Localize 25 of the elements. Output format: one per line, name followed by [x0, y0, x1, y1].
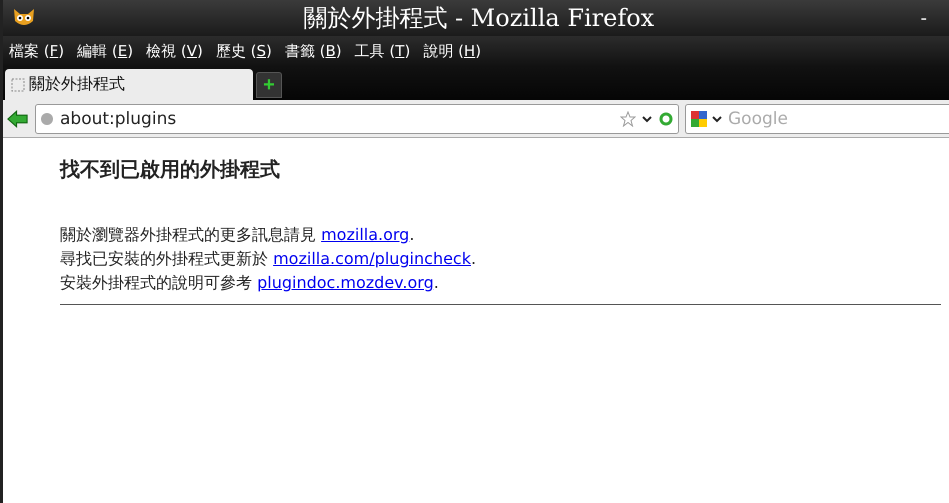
page-icon: [11, 78, 25, 92]
info-sentence: 安裝外掛程式的說明可參考 plugindoc.mozdev.org.: [60, 272, 440, 294]
menu-item[interactable]: 檔案 (F): [9, 42, 64, 60]
menu-item[interactable]: 歷史 (S): [216, 42, 272, 60]
link[interactable]: plugindoc.mozdev.org: [257, 273, 434, 292]
menu-item[interactable]: 編輯 (E): [77, 42, 134, 60]
window-title: 關於外掛程式 - Mozilla Firefox: [302, 3, 656, 34]
back-arrow-icon: [6, 108, 29, 128]
caret-icon: [712, 114, 722, 122]
menu-item[interactable]: 書籤 (B): [284, 42, 342, 60]
page-heading: 找不到已啟用的外掛程式: [60, 156, 281, 183]
menu-item[interactable]: 檢視 (V): [146, 42, 203, 60]
menu-item[interactable]: 說明 (H): [423, 42, 482, 60]
new-tab-button[interactable]: +: [256, 72, 282, 98]
minimize-button[interactable]: -: [920, 8, 927, 28]
tab[interactable]: 關於外掛程式: [5, 69, 253, 100]
link[interactable]: mozilla.org: [321, 225, 410, 244]
info-sentence: 關於瀏覽器外掛程式的更多訊息請見 mozilla.org.: [60, 224, 416, 246]
link[interactable]: mozilla.com/plugincheck: [273, 249, 471, 268]
menu-item[interactable]: 工具 (T): [354, 42, 410, 60]
address-field[interactable]: about:plugins: [34, 104, 679, 134]
star-icon: [620, 110, 636, 126]
info-sentence: 尋找已安裝的外掛程式更新於 mozilla.com/plugincheck.: [60, 248, 478, 270]
search-box[interactable]: Google: [685, 104, 949, 134]
caret-icon: [642, 114, 652, 122]
